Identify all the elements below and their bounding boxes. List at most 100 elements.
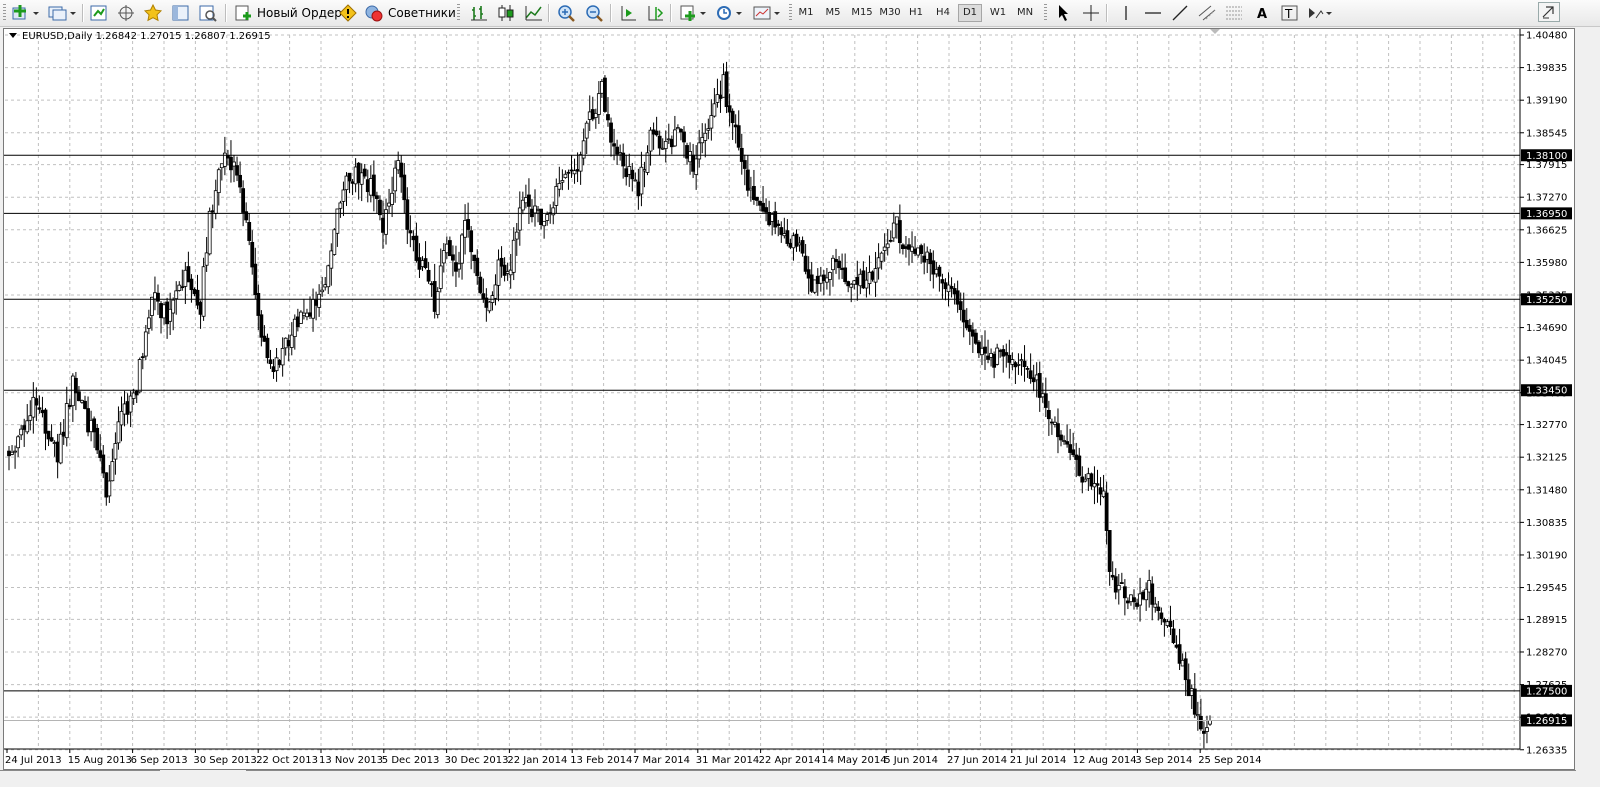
candle: [812, 279, 817, 295]
navigator-icon[interactable]: [169, 3, 193, 23]
restore-window-button[interactable]: [1538, 2, 1560, 22]
equidistant-channel-icon[interactable]: [1195, 3, 1221, 23]
price-tick-label: 1.32770: [1526, 420, 1567, 431]
candle: [724, 61, 729, 114]
candle: [19, 424, 24, 441]
timeframe-d1-button[interactable]: D1: [958, 4, 982, 22]
new-order-button[interactable]: Новый Ордер: [232, 3, 344, 23]
candle: [888, 230, 893, 243]
candle: [709, 99, 714, 141]
candle: [679, 127, 683, 141]
candle: [1065, 424, 1069, 448]
timeframe-h4-button[interactable]: H4: [931, 4, 955, 22]
candle: [1113, 568, 1118, 600]
autoscroll-icon[interactable]: [617, 3, 641, 23]
price-tick-label: 1.37270: [1526, 193, 1567, 204]
favorites-icon[interactable]: [141, 3, 167, 23]
new-chart-icon[interactable]: [9, 3, 43, 23]
timeframe-m30-button[interactable]: M30: [876, 4, 904, 22]
candle: [496, 249, 501, 302]
candle: [727, 93, 732, 127]
vertical-line-icon[interactable]: [1114, 3, 1138, 23]
candle: [13, 445, 17, 469]
timeframe-mn-button[interactable]: MN: [1013, 4, 1037, 22]
timeframe-m5-button[interactable]: M5: [821, 4, 845, 22]
chart-window[interactable]: 1.40480 1.39835 1.39190 1.38545 1.37915 1.372…: [3, 28, 1575, 770]
zoom-in-icon[interactable]: [554, 3, 580, 23]
fibonacci-icon[interactable]: [1222, 3, 1248, 23]
timeframe-m1-button[interactable]: M1: [794, 4, 818, 22]
market-watch-icon[interactable]: [87, 3, 111, 23]
price-tick-label: 1.30835: [1526, 518, 1567, 529]
candle: [621, 143, 626, 179]
profiles-icon[interactable]: [44, 3, 80, 23]
price-tick-label: 1.34045: [1526, 356, 1567, 367]
cursor-icon[interactable]: [1051, 3, 1075, 23]
timeframe-h1-button[interactable]: H1: [904, 4, 928, 22]
candle: [910, 231, 914, 263]
candle: [55, 433, 60, 479]
candle: [271, 359, 276, 379]
candle: [119, 396, 124, 442]
indicators-icon[interactable]: [676, 3, 712, 23]
candle: [1205, 715, 1209, 744]
candle: [92, 416, 97, 448]
candlestick-icon[interactable]: [494, 3, 520, 23]
chart-shift-icon[interactable]: [644, 3, 668, 23]
trendline-icon[interactable]: [1168, 3, 1192, 23]
candle: [995, 343, 1000, 366]
crosshair-icon[interactable]: [1079, 3, 1103, 23]
candle: [89, 410, 93, 442]
tester-icon[interactable]: [196, 3, 220, 23]
warning-icon[interactable]: [336, 3, 360, 23]
advisors-button[interactable]: Советники: [362, 3, 458, 23]
candle: [338, 200, 343, 218]
candle: [384, 198, 388, 245]
candle: [891, 212, 896, 242]
bar-chart-icon[interactable]: [467, 3, 491, 23]
candle: [417, 243, 422, 278]
candle: [256, 284, 261, 331]
candle: [460, 233, 464, 280]
dropdown-triangle-icon[interactable]: [9, 33, 17, 38]
text-icon[interactable]: A: [1252, 3, 1274, 23]
candle: [268, 349, 273, 369]
time-tick-label: 13 Feb 2014: [570, 755, 632, 766]
candle: [122, 390, 127, 427]
candle: [794, 229, 799, 252]
candle: [441, 243, 446, 273]
candle: [742, 154, 747, 186]
candle: [928, 249, 933, 282]
candle: [292, 314, 297, 350]
timeframe-w1-button[interactable]: W1: [986, 4, 1010, 22]
candle: [444, 236, 449, 259]
arrows-icon[interactable]: [1304, 3, 1338, 23]
text-label-icon[interactable]: T: [1278, 3, 1302, 23]
templates-icon[interactable]: [750, 3, 786, 23]
candle: [153, 276, 157, 311]
candle: [831, 255, 835, 287]
candle: [1049, 418, 1054, 435]
candle: [283, 337, 288, 356]
candle: [195, 274, 200, 310]
candle: [61, 419, 66, 445]
candle: [335, 208, 340, 247]
candle: [174, 281, 179, 315]
chart-tab[interactable]: [0, 770, 160, 774]
candle: [274, 347, 279, 382]
time-tick-label: 6 Sep 2013: [131, 755, 188, 766]
candle: [1141, 590, 1146, 601]
toolbar-grip[interactable]: [3, 4, 6, 22]
candle: [1019, 353, 1024, 376]
horizontal-line-icon[interactable]: [1141, 3, 1165, 23]
zoom-out-icon[interactable]: [582, 3, 608, 23]
line-chart-icon[interactable]: [522, 3, 546, 23]
price-tick-label: 1.32125: [1526, 453, 1567, 464]
candle: [797, 236, 802, 252]
timeframe-m15-button[interactable]: M15: [848, 4, 876, 22]
chart-shift-marker[interactable]: [1210, 29, 1220, 34]
periods-clock-icon[interactable]: [712, 3, 748, 23]
chart-tab[interactable]: [246, 770, 1576, 774]
crosshair-move-icon[interactable]: [114, 3, 138, 23]
price-chart[interactable]: 1.404801.398351.391901.385451.379151.372…: [4, 29, 1574, 769]
